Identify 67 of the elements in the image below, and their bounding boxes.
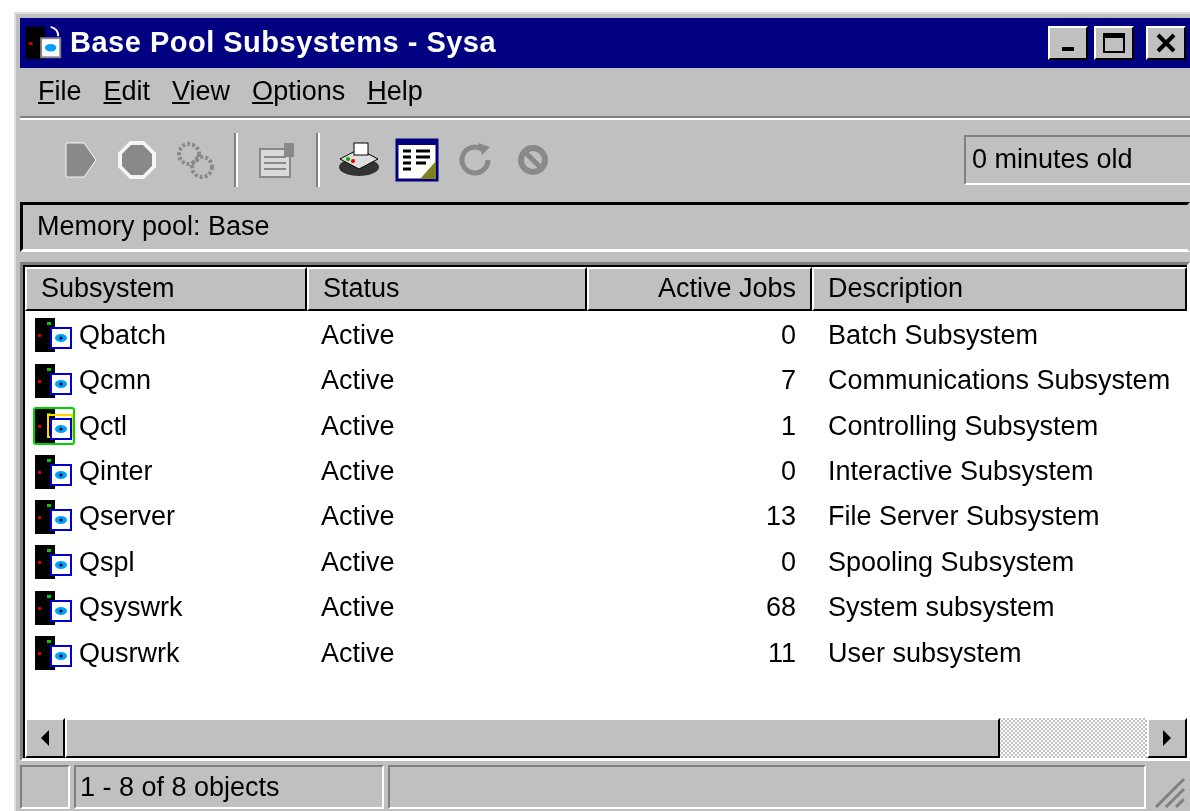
table-cell: Qctl <box>79 410 127 442</box>
table-cell: Qspl <box>79 546 135 578</box>
left-arrow-icon <box>39 729 51 748</box>
column-header[interactable]: Status <box>307 266 587 311</box>
subsystem-icon <box>33 588 75 627</box>
table-cell-text: 11 <box>766 637 797 669</box>
table-cell-text: 0 <box>779 456 797 488</box>
age-display: 0 minutes old <box>964 134 1190 185</box>
menu-item[interactable]: Options <box>246 76 356 108</box>
table-cell-text: Active <box>320 501 396 533</box>
table-cell-text: Batch Subsystem <box>827 319 1040 351</box>
minimize-button[interactable] <box>1048 25 1088 60</box>
table-cell: Qbatch <box>79 319 167 351</box>
scroll-left-button[interactable] <box>25 718 65 759</box>
controlling-subsystem-icon <box>33 407 75 446</box>
menu-item[interactable]: Edit <box>97 76 161 108</box>
status-panel <box>20 765 70 809</box>
scroll-right-button[interactable] <box>1147 718 1187 759</box>
memory-pool-label: Memory pool: Base <box>20 201 1190 252</box>
table-cell-text: Active <box>320 592 396 624</box>
window-title: Base Pool Subsystems - Sysa <box>70 26 498 60</box>
table-cell-text: Spooling Subsystem <box>827 546 1076 578</box>
scroll-thumb[interactable] <box>65 718 1000 759</box>
table-cell-text: Active <box>320 637 396 669</box>
maximize-icon <box>1102 31 1126 54</box>
object-count: 1 - 8 of 8 objects <box>74 765 384 809</box>
table-cell-text: Active <box>320 410 396 442</box>
table-cell-text: 13 <box>764 501 797 533</box>
menu-item[interactable]: File <box>32 76 92 108</box>
subsystem-icon <box>33 316 75 355</box>
table-cell-text: Active <box>320 456 396 488</box>
close-button[interactable] <box>1146 25 1186 60</box>
table-cell-text: Communications Subsystem <box>827 365 1172 397</box>
table-cell-text: 0 <box>779 546 797 578</box>
minimize-icon <box>1062 46 1074 51</box>
close-icon <box>1155 32 1177 53</box>
menu-item[interactable]: View <box>166 76 241 108</box>
table-cell-text: 0 <box>779 319 797 351</box>
subsystem-icon <box>33 634 75 673</box>
table-cell-text: File Server Subsystem <box>827 501 1101 533</box>
maximize-button[interactable] <box>1094 25 1134 60</box>
table-cell-text: Interactive Subsystem <box>827 456 1095 488</box>
column-header[interactable]: Subsystem <box>25 266 307 311</box>
horizontal-scrollbar[interactable] <box>25 718 1187 759</box>
table-cell-text: Controlling Subsystem <box>827 410 1100 442</box>
column-header[interactable]: Description <box>812 266 1187 311</box>
table-cell-text: 68 <box>764 592 797 624</box>
subsystem-icon <box>33 497 75 536</box>
table-cell: Qusrwrk <box>79 637 180 669</box>
subsystem-icon <box>33 452 75 491</box>
table-cell: Qsyswrk <box>79 592 183 624</box>
right-arrow-icon <box>1161 729 1173 748</box>
table-cell-text: Active <box>320 319 396 351</box>
table-cell-text: 1 <box>779 410 797 442</box>
subsystem-icon <box>33 543 75 582</box>
table-cell-text: User subsystem <box>827 637 1023 669</box>
subsystem-icon <box>33 361 75 400</box>
table-cell-text: Active <box>320 546 396 578</box>
table-cell: Qinter <box>79 456 153 488</box>
columns-icon[interactable] <box>394 136 440 183</box>
table-cell: Qserver <box>79 501 176 533</box>
column-header[interactable]: Active Jobs <box>587 266 812 311</box>
table-cell: Qcmn <box>79 365 151 397</box>
table-cell-text: System subsystem <box>827 592 1056 624</box>
menu-item[interactable]: Help <box>361 76 433 108</box>
table-cell-text: Active <box>320 365 396 397</box>
table-cell-text: 7 <box>779 365 797 397</box>
